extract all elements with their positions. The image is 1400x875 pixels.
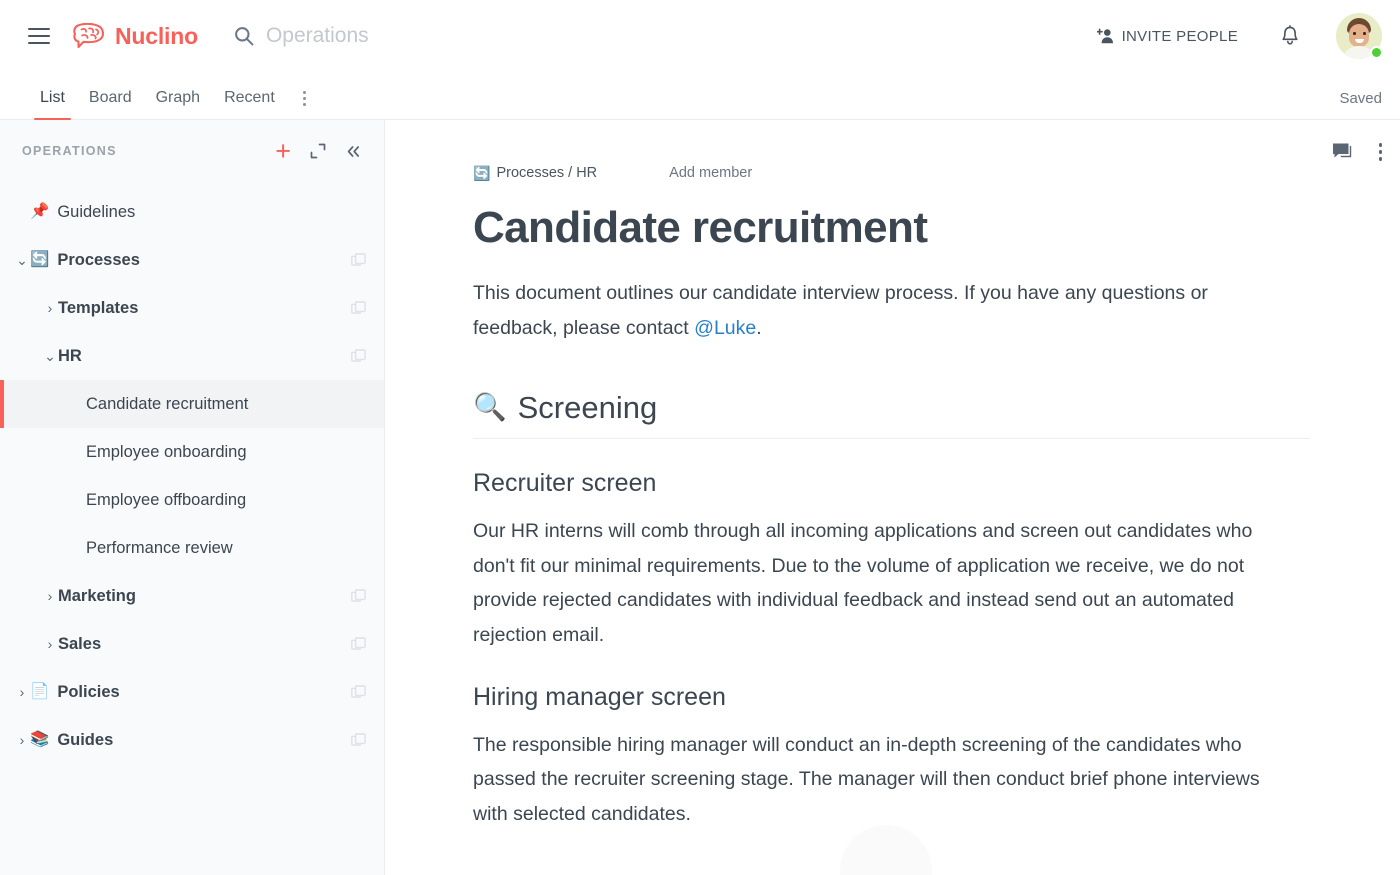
sidebar-item-hr[interactable]: ⌄HR	[0, 332, 384, 380]
workspace-title: OPERATIONS	[22, 144, 275, 158]
brand-logo[interactable]: Nuclino	[72, 23, 198, 50]
chevron-right-icon[interactable]: ›	[14, 684, 30, 700]
expand-icon[interactable]	[310, 143, 326, 159]
sidebar-item-label: HR	[58, 347, 82, 366]
section-heading-screening[interactable]: 🔍 Screening	[473, 390, 1310, 439]
comment-bubble-icon[interactable]	[1331, 142, 1353, 162]
duplicate-icon[interactable]	[351, 589, 366, 604]
caret-spacer	[70, 542, 86, 554]
caret-spacer	[14, 206, 30, 218]
duplicate-icon[interactable]	[351, 349, 366, 364]
chevron-right-icon[interactable]: ›	[42, 588, 58, 604]
chevron-right-icon[interactable]: ›	[14, 732, 30, 748]
caret-spacer	[70, 446, 86, 458]
sidebar-item-employee-onboarding[interactable]: Employee onboarding	[0, 428, 384, 476]
sidebar-header: OPERATIONS +	[0, 120, 384, 182]
tab-list[interactable]: List	[28, 90, 77, 119]
sidebar-item-sales[interactable]: ›Sales	[0, 620, 384, 668]
sidebar-item-label: Candidate recruitment	[86, 395, 248, 414]
chevron-right-icon[interactable]: ›	[42, 636, 58, 652]
plus-icon[interactable]: +	[275, 138, 291, 165]
sidebar-item-marketing[interactable]: ›Marketing	[0, 572, 384, 620]
duplicate-icon[interactable]	[351, 301, 366, 316]
subheading-recruiter-screen[interactable]: Recruiter screen	[473, 469, 1310, 498]
section-heading-label: Screening	[518, 390, 658, 426]
subheading-hiring-manager-screen[interactable]: Hiring manager screen	[473, 683, 1310, 712]
floating-action-placeholder	[840, 825, 932, 875]
sidebar: OPERATIONS + 📌Guidelines⌄🔄Processes›Temp…	[0, 120, 385, 875]
sidebar-item-label: Guides	[57, 731, 113, 750]
top-bar: Nuclino Operations INVITE PEOPLE	[0, 0, 1400, 72]
brand-name: Nuclino	[115, 23, 198, 50]
caret-spacer	[70, 398, 86, 410]
duplicate-icon[interactable]	[351, 637, 366, 652]
sidebar-item-label: Templates	[58, 299, 138, 318]
sidebar-item-employee-offboarding[interactable]: Employee offboarding	[0, 476, 384, 524]
sidebar-item-label: Sales	[58, 635, 101, 654]
chevron-down-icon[interactable]: ⌄	[42, 348, 58, 365]
hiring-manager-screen-body[interactable]: The responsible hiring manager will cond…	[473, 728, 1263, 832]
sidebar-item-guidelines[interactable]: 📌 Guidelines	[0, 188, 384, 236]
add-member-button[interactable]: Add member	[669, 165, 752, 181]
recruiter-screen-body[interactable]: Our HR interns will comb through all inc…	[473, 514, 1263, 653]
search-placeholder: Operations	[266, 24, 369, 48]
sidebar-item-processes[interactable]: ⌄🔄 Processes	[0, 236, 384, 284]
item-emoji-icon: 📚	[30, 732, 49, 748]
breadcrumb-label: Processes / HR	[496, 165, 597, 181]
caret-spacer	[70, 494, 86, 506]
intro-text-after: .	[756, 317, 761, 339]
view-tab-bar: List Board Graph Recent Saved	[0, 72, 1400, 120]
tab-graph[interactable]: Graph	[144, 90, 212, 119]
duplicate-icon[interactable]	[351, 253, 366, 268]
brain-speech-bubble-icon	[72, 23, 106, 49]
sidebar-tree: 📌Guidelines⌄🔄Processes›Templates⌄HR Cand…	[0, 182, 384, 764]
sidebar-item-candidate-recruitment[interactable]: Candidate recruitment	[0, 380, 384, 428]
tab-recent[interactable]: Recent	[212, 90, 287, 119]
search-icon	[234, 26, 254, 46]
bell-icon[interactable]	[1280, 25, 1300, 47]
invite-people-button[interactable]: INVITE PEOPLE	[1097, 28, 1238, 45]
more-vertical-icon[interactable]	[287, 91, 316, 119]
sidebar-item-label: Employee onboarding	[86, 443, 247, 462]
duplicate-icon[interactable]	[351, 733, 366, 748]
collapse-sidebar-icon[interactable]	[345, 144, 362, 159]
intro-paragraph[interactable]: This document outlines our candidate int…	[473, 276, 1263, 345]
intro-text-before: This document outlines our candidate int…	[473, 282, 1208, 339]
sidebar-item-label: Policies	[57, 683, 119, 702]
hamburger-menu-icon[interactable]	[28, 28, 50, 44]
mention-link-luke[interactable]: @Luke	[694, 317, 756, 339]
sidebar-item-label: Performance review	[86, 539, 233, 558]
avatar[interactable]	[1336, 13, 1382, 59]
save-status: Saved	[1339, 90, 1382, 107]
sidebar-item-templates[interactable]: ›Templates	[0, 284, 384, 332]
magnifier-icon: 🔍	[473, 394, 507, 421]
status-badge	[1370, 46, 1383, 59]
duplicate-icon[interactable]	[351, 685, 366, 700]
page-title[interactable]: Candidate recruitment	[473, 204, 1310, 252]
sidebar-item-label: Processes	[57, 251, 140, 270]
search-input[interactable]: Operations	[234, 24, 369, 48]
item-emoji-icon: 📌	[30, 204, 49, 220]
item-emoji-icon: 🔄	[30, 252, 49, 268]
sidebar-item-policies[interactable]: ›📄 Policies	[0, 668, 384, 716]
sidebar-item-label: Marketing	[58, 587, 136, 606]
sidebar-item-performance-review[interactable]: Performance review	[0, 524, 384, 572]
tab-board[interactable]: Board	[77, 90, 144, 119]
chevron-right-icon[interactable]: ›	[42, 300, 58, 316]
person-add-icon	[1097, 28, 1115, 44]
sidebar-item-label: Guidelines	[57, 203, 135, 222]
breadcrumb[interactable]: 🔄 Processes / HR	[473, 165, 597, 181]
invite-people-label: INVITE PEOPLE	[1122, 28, 1238, 45]
recycle-icon: 🔄	[473, 166, 490, 180]
document-pane: 🔄 Processes / HR Add member Candidate re…	[385, 120, 1400, 875]
document-more-icon[interactable]	[1379, 143, 1383, 161]
chevron-down-icon[interactable]: ⌄	[14, 252, 30, 269]
sidebar-item-label: Employee offboarding	[86, 491, 246, 510]
top-bar-actions: INVITE PEOPLE	[1097, 0, 1400, 72]
sidebar-item-guides[interactable]: ›📚 Guides	[0, 716, 384, 764]
item-emoji-icon: 📄	[30, 684, 49, 700]
